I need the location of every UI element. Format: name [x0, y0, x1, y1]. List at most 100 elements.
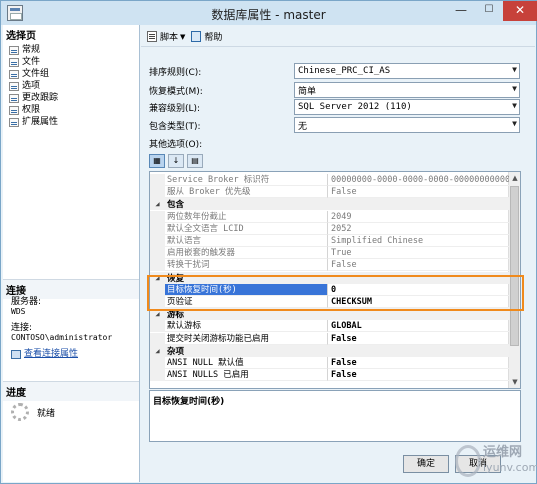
nav-item-general[interactable]: 常规 [9, 44, 139, 56]
property-value[interactable]: False [328, 186, 509, 199]
collapse-icon[interactable]: ◢ [150, 344, 165, 357]
progress-status-label: 就绪 [37, 408, 56, 419]
script-label: 脚本 [160, 33, 179, 43]
containment-value: 无 [298, 121, 308, 132]
nav-item-extended-properties[interactable]: 扩展属性 [9, 116, 139, 128]
grid-property-row[interactable]: 启用嵌套的触发器 True [150, 247, 509, 260]
property-name: 默认游标 [165, 320, 328, 333]
property-name: 默认语言 [165, 235, 328, 247]
containment-select[interactable]: 无 ▼ [294, 117, 520, 133]
containment-row: 包含类型(T): [149, 117, 299, 133]
scroll-down-icon[interactable]: ▼ [509, 376, 520, 388]
script-button[interactable]: 脚本 ▼ [147, 30, 185, 43]
server-value: WDS [11, 307, 26, 316]
nav-item-change-tracking[interactable]: 更改跟踪 [9, 92, 139, 104]
help-button[interactable]: 帮助 [191, 30, 222, 43]
grid-property-row[interactable]: 提交时关闭游标功能已启用 False [150, 332, 509, 345]
nav-item-files[interactable]: 文件 [9, 56, 139, 68]
scroll-up-icon[interactable]: ▲ [509, 172, 520, 184]
connection-header: 连接 [3, 279, 139, 299]
row-gutter [150, 186, 165, 199]
collation-select[interactable]: Chinese_PRC_CI_AS ▼ [294, 63, 520, 79]
grid-property-row[interactable]: 转换干扰词 False [150, 259, 509, 272]
maximize-button[interactable]: ☐ [475, 1, 503, 21]
grid-category-row[interactable]: ◢ 恢复 [150, 271, 509, 284]
sort-alphabetical-icon[interactable]: ↓ [168, 154, 184, 168]
property-name: ANSI NULLS 已启用 [165, 369, 328, 382]
grid-property-row[interactable]: 默认全文语言 LCID 2052 [150, 222, 509, 235]
grid-category-label: 恢复 [167, 273, 185, 284]
nav-item-options[interactable]: 选项 [9, 80, 139, 92]
property-grid[interactable]: ▲ ▼ Service Broker 标识符 00000000-0000-0000… [149, 171, 521, 389]
property-value[interactable]: CHECKSUM [328, 296, 509, 308]
grid-property-row[interactable]: Service Broker 标识符 00000000-0000-0000-000… [150, 174, 509, 186]
grid-category-row[interactable]: ◢ 包含 [150, 198, 509, 211]
property-value[interactable]: False [328, 259, 509, 272]
view-connection-properties-link[interactable]: 查看连接属性 [11, 349, 139, 359]
property-name: 页验证 [165, 296, 328, 308]
page-icon [9, 57, 19, 67]
chevron-down-icon[interactable]: ▼ [180, 33, 185, 41]
property-name: 默认全文语言 LCID [165, 222, 328, 235]
row-gutter [150, 259, 165, 272]
page-nav-list: 常规 文件 文件组 选项 更改跟踪 权限 扩展属性 [3, 44, 139, 128]
row-gutter [150, 320, 165, 333]
property-value[interactable]: False [328, 369, 509, 382]
recovery-model-select[interactable]: 简单 ▼ [294, 82, 520, 98]
property-value[interactable]: 2052 [328, 223, 509, 235]
property-value[interactable]: False [328, 357, 509, 369]
grid-property-row[interactable]: 默认语言 Simplified Chinese [150, 235, 509, 247]
property-value[interactable]: True [328, 247, 509, 260]
property-value[interactable]: 00000000-0000-0000-0000-000000000000 [328, 174, 509, 186]
property-name: Service Broker 标识符 [165, 174, 328, 186]
containment-label: 包含类型(T): [149, 121, 201, 132]
grid-property-row[interactable]: 页验证 CHECKSUM [150, 296, 509, 308]
close-button[interactable]: ✕ [503, 1, 537, 21]
property-value[interactable]: False [328, 333, 509, 345]
grid-property-row[interactable]: ANSI NULLS 已启用 False [150, 369, 509, 382]
property-value[interactable]: Simplified Chinese [328, 235, 509, 247]
grid-property-row[interactable]: 服从 Broker 优先级 False [150, 186, 509, 199]
property-value[interactable]: GLOBAL [328, 320, 509, 333]
ok-button[interactable]: 确定 [403, 455, 449, 473]
site-watermark: 运维网 iyunv.com [453, 441, 537, 483]
collation-value: Chinese_PRC_CI_AS [298, 66, 391, 76]
collapse-icon[interactable]: ◢ [150, 308, 165, 321]
database-properties-window: 数据库属性 - master — ☐ ✕ 选择页 常规 文件 文件组 选项 更改… [0, 0, 537, 484]
grid-category-label: 包含 [167, 200, 185, 211]
compat-level-select[interactable]: SQL Server 2012 (110) ▼ [294, 99, 520, 115]
page-icon [9, 69, 19, 79]
property-value[interactable]: 2049 [328, 211, 509, 223]
recovery-model-row: 恢复模式(M): [149, 82, 299, 98]
progress-header: 进度 [3, 381, 139, 401]
property-pages-icon[interactable]: ▤ [187, 154, 203, 168]
row-gutter [150, 210, 165, 223]
nav-item-label: 选项 [22, 81, 41, 91]
nav-item-permissions[interactable]: 权限 [9, 104, 139, 116]
grid-category-row[interactable]: ◢ 杂项 [150, 344, 509, 357]
categorized-icon[interactable]: ▦ [149, 154, 165, 168]
recovery-model-value: 简单 [298, 86, 317, 97]
property-value[interactable]: 0 [328, 284, 509, 296]
grid-property-row[interactable]: 目标恢复时间(秒) 0 [150, 283, 509, 296]
property-grid-scrollbar[interactable]: ▲ ▼ [508, 172, 520, 388]
property-name: 启用嵌套的触发器 [165, 247, 328, 260]
nav-item-label: 更改跟踪 [22, 93, 59, 103]
left-pane: 选择页 常规 文件 文件组 选项 更改跟踪 权限 扩展属性 连接 服务器: WD… [3, 25, 140, 482]
page-icon [9, 105, 19, 115]
collation-row: 排序规则(C): [149, 63, 299, 79]
grid-property-row[interactable]: 两位数年份截止 2049 [150, 210, 509, 223]
collapse-icon[interactable]: ◢ [150, 271, 165, 284]
row-gutter [150, 174, 165, 186]
chevron-down-icon: ▼ [512, 119, 517, 128]
scrollbar-thumb[interactable] [510, 186, 519, 346]
nav-item-filegroups[interactable]: 文件组 [9, 68, 139, 80]
grid-property-row[interactable]: 默认游标 GLOBAL [150, 320, 509, 333]
grid-category-row[interactable]: ◢ 游标 [150, 308, 509, 321]
row-gutter [150, 357, 165, 369]
collapse-icon[interactable]: ◢ [150, 198, 165, 211]
minimize-button[interactable]: — [447, 1, 475, 21]
title-bar: 数据库属性 - master — ☐ ✕ [1, 1, 537, 25]
connection-info: 服务器: WDS 连接: CONTOSO\administrator 查看连接属… [11, 297, 139, 359]
grid-property-row[interactable]: ANSI NULL 默认值 False [150, 357, 509, 369]
